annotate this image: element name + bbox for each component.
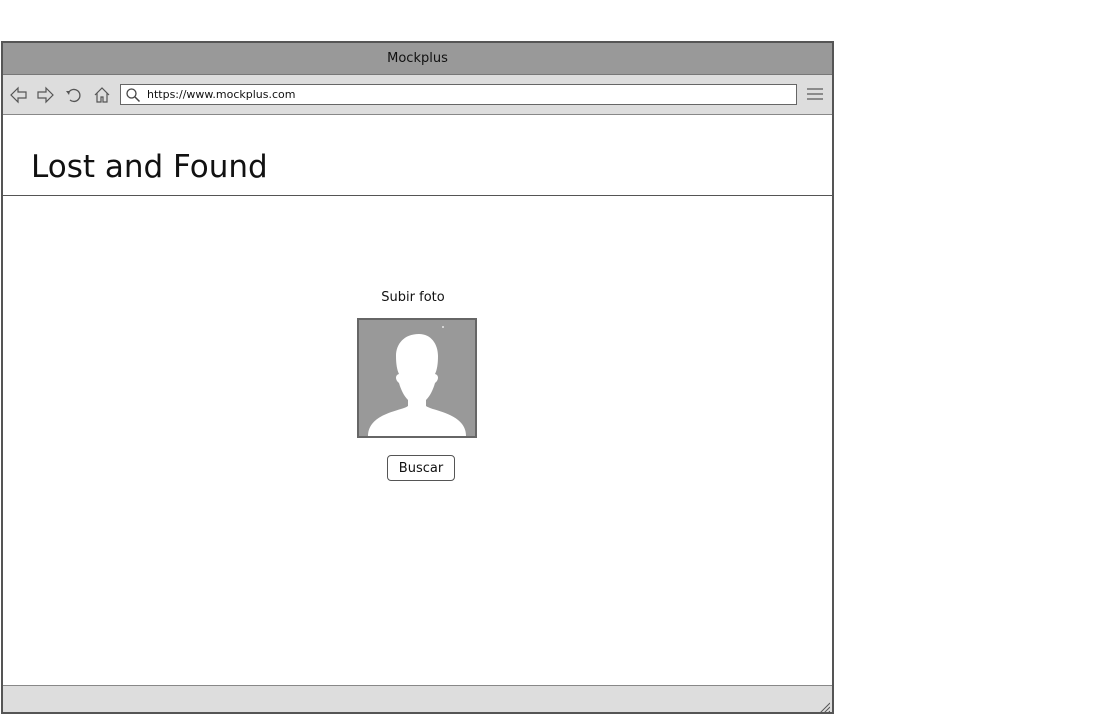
refresh-icon[interactable]: [64, 85, 84, 105]
upload-photo-label: Subir foto: [381, 290, 445, 305]
forward-icon[interactable]: [35, 85, 55, 105]
search-icon: [125, 87, 141, 103]
resize-grip-icon[interactable]: [818, 698, 831, 714]
photo-upload-area[interactable]: [357, 318, 477, 438]
home-icon[interactable]: [92, 85, 112, 105]
back-icon[interactable]: [9, 85, 29, 105]
page-title: Lost and Found: [31, 149, 268, 185]
window-title: Mockplus: [3, 43, 832, 75]
browser-window: Mockplus https://www.mockplus.com Lost a…: [1, 41, 834, 714]
browser-toolbar: https://www.mockplus.com: [3, 75, 832, 115]
address-bar[interactable]: https://www.mockplus.com: [120, 84, 797, 105]
header-divider: [3, 195, 832, 196]
search-button[interactable]: Buscar: [387, 455, 455, 481]
status-bar: [3, 685, 832, 714]
url-text[interactable]: https://www.mockplus.com: [147, 85, 296, 104]
avatar-placeholder-icon: [368, 326, 466, 436]
menu-icon[interactable]: [807, 86, 823, 102]
